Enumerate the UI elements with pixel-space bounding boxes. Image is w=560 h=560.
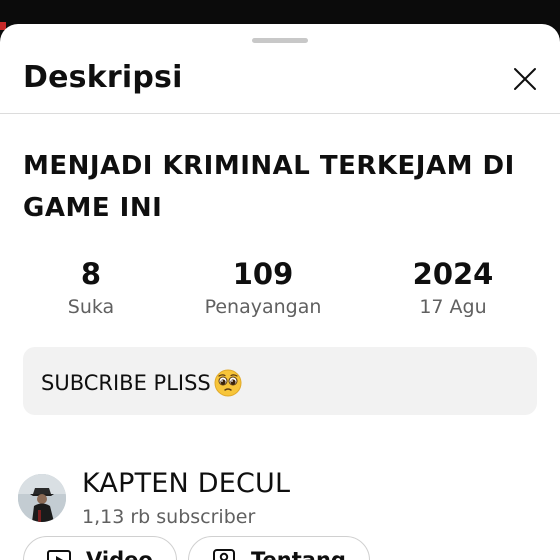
about-button[interactable]: Tentang: [188, 536, 370, 560]
pleading-face-emoji-icon: [214, 369, 242, 397]
stat-date: 2024 17 Agu: [378, 256, 528, 318]
about-button-label: Tentang: [251, 548, 346, 560]
video-title: MENJADI KRIMINAL TERKEJAM DI GAME INI: [23, 151, 515, 223]
upload-year: 2024: [412, 257, 494, 291]
stat-likes: 8 Suka: [16, 256, 166, 318]
views-label: Penayangan: [204, 296, 322, 318]
sheet-title: Deskripsi: [23, 60, 183, 95]
header-divider: [0, 113, 560, 114]
subscriber-count: 1,13 rb subscriber: [82, 506, 256, 528]
upload-date: 17 Agu: [419, 296, 487, 318]
channel-avatar[interactable]: [18, 474, 66, 522]
description-box[interactable]: SUBCRIBE PLISS: [23, 347, 537, 415]
avatar-image: [18, 474, 66, 522]
stat-views: 109 Penayangan: [188, 256, 338, 318]
videos-button[interactable]: Video: [23, 536, 177, 560]
drag-handle[interactable]: [252, 38, 308, 43]
description-text: SUBCRIBE PLISS: [41, 371, 211, 395]
description-content: SUBCRIBE PLISS: [41, 368, 243, 398]
close-icon: [514, 68, 536, 90]
views-count: 109: [232, 257, 294, 291]
video-icon: [47, 550, 71, 560]
likes-label: Suka: [67, 296, 115, 318]
videos-button-label: Video: [86, 548, 153, 560]
channel-name: KAPTEN DECUL: [82, 468, 291, 499]
description-sheet: Deskripsi MENJADI KRIMINAL TERKEJAM DI G…: [0, 24, 560, 560]
likes-count: 8: [80, 257, 102, 291]
channel-row[interactable]: KAPTEN DECUL 1,13 rb subscriber: [18, 466, 538, 536]
close-button[interactable]: [506, 60, 544, 98]
profile-icon: [213, 549, 235, 560]
